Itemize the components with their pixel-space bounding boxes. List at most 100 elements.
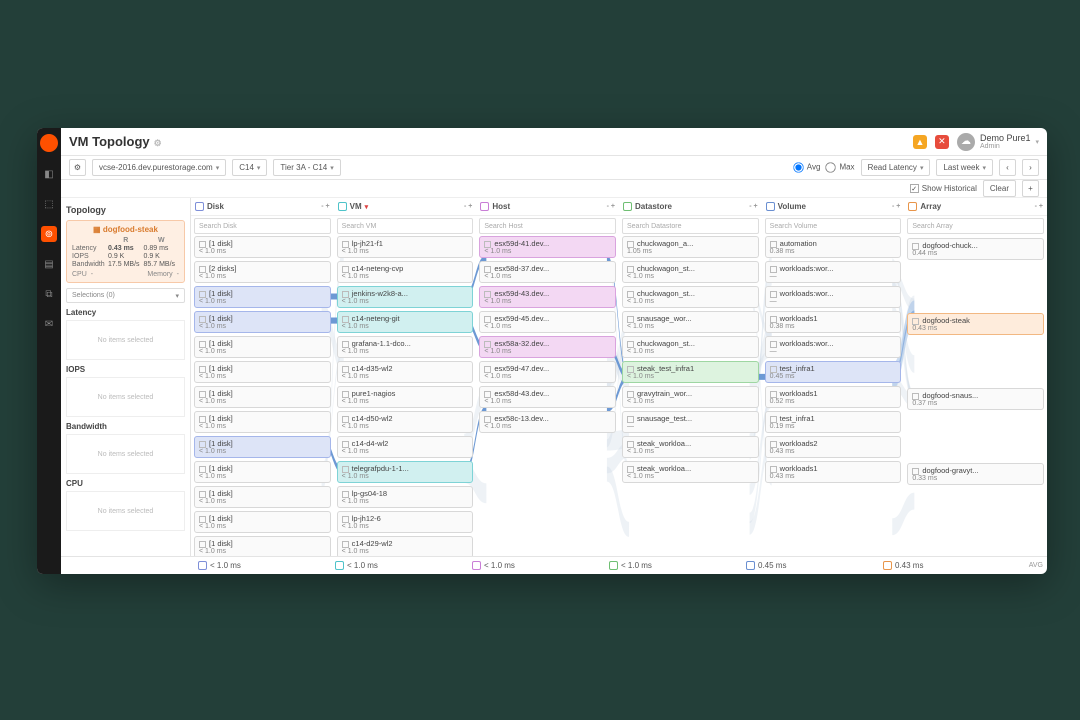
search-input[interactable]: Search VM bbox=[337, 218, 474, 234]
node[interactable]: esx58a-32.dev...< 1.0 ms bbox=[479, 336, 616, 358]
search-input[interactable]: Search Host bbox=[479, 218, 616, 234]
node[interactable]: dogfood-snaus...0.37 ms bbox=[907, 388, 1044, 410]
col-header[interactable]: Array- + bbox=[904, 198, 1047, 216]
timerange-dropdown[interactable]: Last week bbox=[936, 159, 993, 176]
next-button[interactable]: › bbox=[1022, 159, 1039, 176]
node[interactable]: telegrafpdu-1-1...< 1.0 ms bbox=[337, 461, 474, 483]
node[interactable]: workloads:wor...— bbox=[765, 336, 902, 358]
node[interactable]: [1 disk]< 1.0 ms bbox=[194, 436, 331, 458]
node[interactable]: pure1-nagios< 1.0 ms bbox=[337, 386, 474, 408]
node[interactable]: [1 disk]< 1.0 ms bbox=[194, 486, 331, 508]
selections-dropdown[interactable]: Selections (0) ▾ bbox=[66, 288, 185, 303]
nav-item-2[interactable]: ⬚ bbox=[41, 196, 57, 212]
node[interactable]: [1 disk]< 1.0 ms bbox=[194, 511, 331, 533]
settings-button[interactable]: ⚙ bbox=[69, 159, 86, 176]
node[interactable]: steak_test_infra1< 1.0 ms bbox=[622, 361, 759, 383]
node[interactable]: [1 disk]< 1.0 ms bbox=[194, 461, 331, 483]
node[interactable]: snausage_test...— bbox=[622, 411, 759, 433]
node[interactable]: esx58c-13.dev...< 1.0 ms bbox=[479, 411, 616, 433]
search-input[interactable]: Search Volume bbox=[765, 218, 902, 234]
logo-icon[interactable] bbox=[40, 134, 58, 152]
node[interactable]: [1 disk]< 1.0 ms bbox=[194, 286, 331, 308]
node[interactable]: esx59d-47.dev...< 1.0 ms bbox=[479, 361, 616, 383]
node[interactable]: workloads10.38 ms bbox=[765, 311, 902, 333]
node[interactable]: [1 disk]< 1.0 ms bbox=[194, 311, 331, 333]
node[interactable]: test_infra10.19 ms bbox=[765, 411, 902, 433]
node[interactable]: lp-gs04-18< 1.0 ms bbox=[337, 486, 474, 508]
aggregation-toggle[interactable]: AvgMax bbox=[788, 161, 855, 174]
nav-item-topology[interactable]: ⊚ bbox=[41, 226, 57, 242]
metric-dropdown[interactable]: Read Latency bbox=[861, 159, 931, 176]
node[interactable]: esx58d-37.dev...< 1.0 ms bbox=[479, 261, 616, 283]
node[interactable]: esx59d-43.dev...< 1.0 ms bbox=[479, 286, 616, 308]
gear-icon[interactable]: ⚙ bbox=[154, 138, 162, 148]
clear-button[interactable]: Clear bbox=[983, 180, 1016, 197]
node[interactable]: [1 disk]< 1.0 ms bbox=[194, 336, 331, 358]
scope-dropdown[interactable]: vcse-2016.dev.purestorage.com bbox=[92, 159, 226, 176]
node[interactable]: chuckwagon_st...< 1.0 ms bbox=[622, 336, 759, 358]
breadcrumb-1[interactable]: C14 bbox=[232, 159, 267, 176]
node[interactable]: dogfood-gravyt...0.33 ms bbox=[907, 463, 1044, 485]
node[interactable]: c14-d4-wl2< 1.0 ms bbox=[337, 436, 474, 458]
col-arr: Array- + Search Array dogfood-chuck...0.44… bbox=[904, 198, 1047, 556]
node[interactable]: workloads20.43 ms bbox=[765, 436, 902, 458]
node[interactable]: workloads10.52 ms bbox=[765, 386, 902, 408]
node[interactable]: chuckwagon_st...< 1.0 ms bbox=[622, 286, 759, 308]
node[interactable]: esx58d-43.dev...< 1.0 ms bbox=[479, 386, 616, 408]
nav-item-5[interactable]: ⧉ bbox=[41, 286, 57, 302]
node[interactable]: chuckwagon_a...1.05 ms bbox=[622, 236, 759, 258]
node[interactable]: dogfood-chuck...0.44 ms bbox=[907, 238, 1044, 260]
node[interactable]: c14-d50-wl2< 1.0 ms bbox=[337, 411, 474, 433]
node[interactable]: grafana-1.1-dco...< 1.0 ms bbox=[337, 336, 474, 358]
node[interactable]: c14-neteng-cvp< 1.0 ms bbox=[337, 261, 474, 283]
node[interactable]: test_infra10.45 ms bbox=[765, 361, 902, 383]
node[interactable]: esx59d-41.dev...< 1.0 ms bbox=[479, 236, 616, 258]
col-header[interactable]: Volume- + bbox=[762, 198, 905, 216]
alert-warning-icon[interactable]: ▲ bbox=[913, 135, 927, 149]
node[interactable]: workloads:wor...— bbox=[765, 286, 902, 308]
search-input[interactable]: Search Datastore bbox=[622, 218, 759, 234]
node[interactable]: steak_workloa...< 1.0 ms bbox=[622, 461, 759, 483]
node[interactable]: [1 disk]< 1.0 ms bbox=[194, 386, 331, 408]
col-header[interactable]: Disk- + bbox=[191, 198, 334, 216]
node[interactable]: [1 disk]< 1.0 ms bbox=[194, 236, 331, 258]
nav-item-1[interactable]: ◧ bbox=[41, 166, 57, 182]
col-header[interactable]: VM▾- + bbox=[334, 198, 477, 216]
node[interactable]: jenkins-w2k8-a...< 1.0 ms bbox=[337, 286, 474, 308]
user-menu[interactable]: ☁ Demo Pure1 Admin ▾ bbox=[957, 133, 1039, 151]
col-host: Host- + Search Host esx59d-41.dev...< 1.0 … bbox=[476, 198, 619, 556]
node[interactable]: snausage_wor...< 1.0 ms bbox=[622, 311, 759, 333]
node[interactable]: c14-neteng-git< 1.0 ms bbox=[337, 311, 474, 333]
footer-arr: 0.43 ms bbox=[876, 561, 1013, 570]
nav-item-4[interactable]: ▤ bbox=[41, 256, 57, 272]
node[interactable]: [2 disks]< 1.0 ms bbox=[194, 261, 331, 283]
alert-error-icon[interactable]: ✕ bbox=[935, 135, 949, 149]
node[interactable]: c14-d35-wl2< 1.0 ms bbox=[337, 361, 474, 383]
add-button[interactable]: + bbox=[1022, 180, 1039, 197]
node[interactable]: [1 disk]< 1.0 ms bbox=[194, 411, 331, 433]
search-input[interactable]: Search Array bbox=[907, 218, 1044, 234]
node[interactable]: [1 disk]< 1.0 ms bbox=[194, 361, 331, 383]
section-iops: IOPSNo items selected bbox=[66, 365, 185, 417]
node-list: automation0.38 ms workloads:wor...— worklo… bbox=[762, 236, 905, 556]
node[interactable]: chuckwagon_st...< 1.0 ms bbox=[622, 261, 759, 283]
node[interactable]: lp-jh12-6< 1.0 ms bbox=[337, 511, 474, 533]
col-header[interactable]: Datastore- + bbox=[619, 198, 762, 216]
node[interactable]: [1 disk]< 1.0 ms bbox=[194, 536, 331, 556]
show-historical-toggle[interactable]: ✓Show Historical bbox=[910, 184, 977, 193]
prev-button[interactable]: ‹ bbox=[999, 159, 1016, 176]
node[interactable]: lp-jh21-f1< 1.0 ms bbox=[337, 236, 474, 258]
topology-label: Topology bbox=[66, 205, 185, 215]
node[interactable]: gravytrain_wor...< 1.0 ms bbox=[622, 386, 759, 408]
nav-item-6[interactable]: ✉ bbox=[41, 316, 57, 332]
node[interactable]: steak_workloa...< 1.0 ms bbox=[622, 436, 759, 458]
node[interactable]: workloads:wor...— bbox=[765, 261, 902, 283]
search-input[interactable]: Search Disk bbox=[194, 218, 331, 234]
node[interactable]: dogfood-steak0.43 ms bbox=[907, 313, 1044, 335]
breadcrumb-2[interactable]: Tier 3A - C14 bbox=[273, 159, 340, 176]
node[interactable]: c14-d29-wl2< 1.0 ms bbox=[337, 536, 474, 556]
node[interactable]: automation0.38 ms bbox=[765, 236, 902, 258]
node[interactable]: esx59d-45.dev...< 1.0 ms bbox=[479, 311, 616, 333]
col-header[interactable]: Host- + bbox=[476, 198, 619, 216]
node[interactable]: workloads10.43 ms bbox=[765, 461, 902, 483]
